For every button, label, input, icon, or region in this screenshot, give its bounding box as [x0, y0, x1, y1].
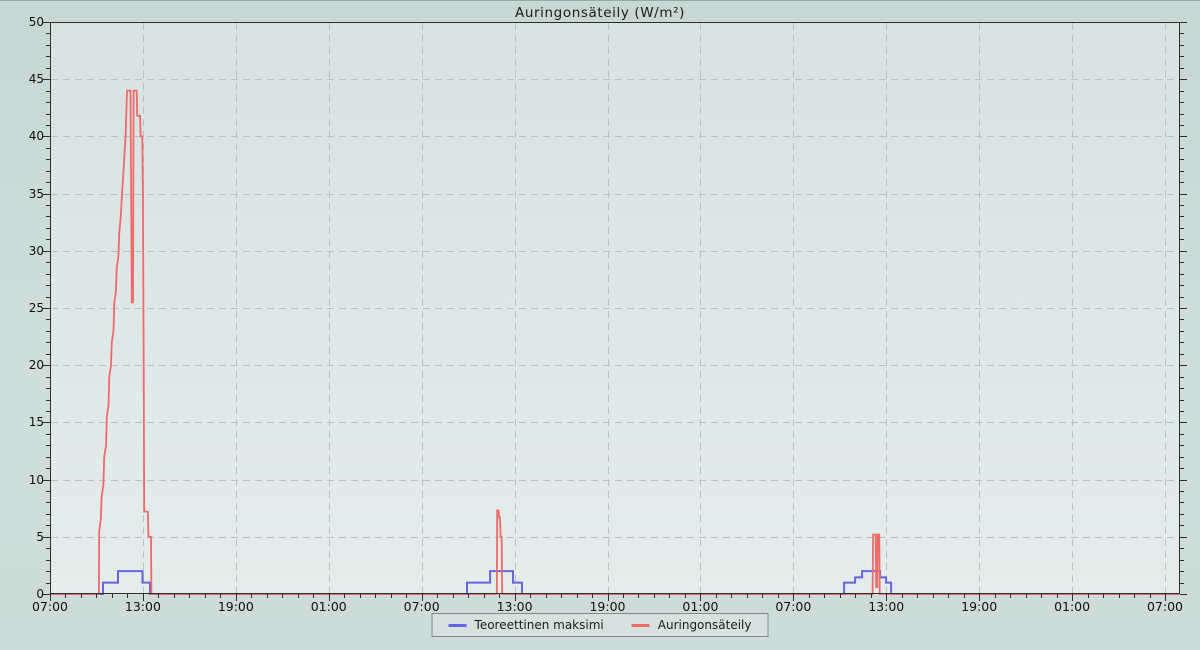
y-tick-label: 35	[0, 187, 44, 201]
x-tick-label: 07:00	[1133, 599, 1197, 614]
y-tick-label: 15	[0, 415, 44, 429]
x-tick-label: 19:00	[947, 599, 1011, 614]
x-tick-label: 19:00	[204, 599, 268, 614]
y-tick-label: 5	[0, 530, 44, 544]
legend-swatch-red-line	[632, 624, 650, 627]
x-tick-label: 01:00	[668, 599, 732, 614]
legend-label: Teoreettinen maksimi	[475, 618, 604, 632]
y-tick-label: 10	[0, 473, 44, 487]
y-tick-label: 40	[0, 129, 44, 143]
y-tick-label: 50	[0, 15, 44, 29]
x-tick-label: 13:00	[111, 599, 175, 614]
y-tick-label: 30	[0, 244, 44, 258]
legend-item-auringonsateily: Auringonsäteily	[632, 618, 752, 632]
x-tick-label: 01:00	[1040, 599, 1104, 614]
legend-label: Auringonsäteily	[658, 618, 752, 632]
legend-box: Teoreettinen maksimi Auringonsäteily	[432, 613, 769, 637]
x-tick-label: 07:00	[390, 599, 454, 614]
legend-item-teoreettinen-maksimi: Teoreettinen maksimi	[449, 618, 604, 632]
x-tick-label: 07:00	[761, 599, 825, 614]
x-tick-label: 13:00	[483, 599, 547, 614]
y-tick-label: 20	[0, 358, 44, 372]
y-tick-label: 25	[0, 301, 44, 315]
legend-swatch-blue-line	[449, 624, 467, 627]
x-tick-label: 13:00	[854, 599, 918, 614]
x-tick-label: 01:00	[297, 599, 361, 614]
x-tick-label: 07:00	[18, 599, 82, 614]
x-tick-label: 19:00	[576, 599, 640, 614]
y-tick-label: 45	[0, 72, 44, 86]
chart-plot-area	[0, 0, 1200, 650]
